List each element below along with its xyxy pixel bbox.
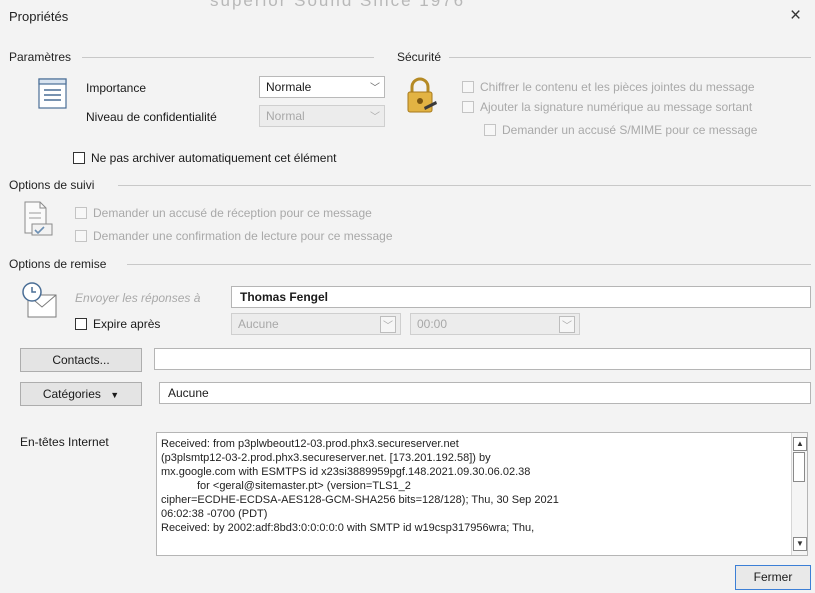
- encrypt-label: Chiffrer le contenu et les pièces jointe…: [480, 80, 755, 94]
- chevron-down-icon: ﹀: [370, 83, 380, 94]
- smime-label: Demander un accusé S/MIME pour ce messag…: [502, 123, 758, 137]
- categories-button[interactable]: Catégories ▼: [20, 382, 142, 406]
- categories-label: Catégories: [42, 387, 101, 401]
- encrypt-checkbox[interactable]: [462, 81, 474, 93]
- section-parametres: Paramètres: [9, 50, 72, 64]
- header-line: mx.google.com with ESMTPS id x23si388995…: [161, 466, 531, 478]
- expires-date-select[interactable]: Aucune ﹀: [231, 313, 401, 335]
- close-icon[interactable]: ×: [790, 5, 801, 27]
- expires-date-value: Aucune: [238, 317, 279, 331]
- confidentiality-select[interactable]: Normal ﹀: [259, 105, 385, 127]
- importance-select[interactable]: Normale ﹀: [259, 76, 385, 98]
- header-line: 06:02:38 -0700 (PDT): [161, 508, 268, 520]
- section-remise: Options de remise: [9, 257, 107, 271]
- receipt-label: Demander un accusé de réception pour ce …: [93, 206, 372, 220]
- section-securite: Sécurité: [397, 50, 442, 64]
- no-archive-checkbox[interactable]: [73, 152, 85, 164]
- scroll-thumb[interactable]: [793, 452, 805, 482]
- delivery-clock-icon: [22, 282, 57, 318]
- dialog-title: Propriétés: [9, 9, 69, 24]
- chevron-down-icon: ﹀: [380, 316, 396, 333]
- sign-checkbox[interactable]: [462, 101, 474, 113]
- read-checkbox[interactable]: [75, 230, 87, 242]
- divider: [118, 185, 811, 186]
- reply-to-field[interactable]: Thomas Fengel: [231, 286, 811, 308]
- sign-label: Ajouter la signature numérique au messag…: [480, 100, 753, 114]
- importance-label: Importance: [86, 81, 147, 95]
- headers-textbox[interactable]: Received: from p3plwbeout12-03.prod.phx3…: [156, 432, 808, 556]
- divider: [127, 264, 811, 265]
- categories-field[interactable]: Aucune: [159, 382, 811, 404]
- confidentiality-label: Niveau de confidentialité: [86, 110, 217, 124]
- smime-checkbox[interactable]: [484, 124, 496, 136]
- divider: [449, 57, 811, 58]
- importance-value: Normale: [266, 80, 312, 94]
- contacts-button[interactable]: Contacts...: [20, 348, 142, 372]
- header-line: Received: from p3plwbeout12-03.prod.phx3…: [161, 438, 459, 450]
- header-line: for <geral@sitemaster.pt> (version=TLS1_…: [197, 480, 411, 492]
- confidentiality-value: Normal: [266, 109, 305, 123]
- section-suivi: Options de suivi: [9, 178, 95, 192]
- contacts-field[interactable]: [154, 348, 811, 370]
- document-properties-icon: [38, 78, 67, 109]
- security-lock-icon: [407, 77, 437, 113]
- scroll-down-icon[interactable]: ▼: [793, 537, 807, 551]
- tracking-receipt-icon: [24, 201, 53, 236]
- header-line: (p3plsmtp12-03-2.prod.phx3.secureserver.…: [161, 452, 491, 464]
- close-button[interactable]: Fermer: [735, 565, 811, 590]
- expires-checkbox[interactable]: [75, 318, 87, 330]
- reply-to-label: Envoyer les réponses à: [75, 291, 201, 305]
- expires-label: Expire après: [93, 317, 161, 331]
- scroll-up-icon[interactable]: ▲: [793, 437, 807, 451]
- caret-down-icon: ▼: [110, 390, 120, 400]
- chevron-down-icon: ﹀: [370, 112, 380, 123]
- headers-label: En-têtes Internet: [20, 435, 109, 449]
- headers-scrollbar[interactable]: ▲ ▼: [791, 433, 807, 555]
- header-line: cipher=ECDHE-ECDSA-AES128-GCM-SHA256 bit…: [161, 494, 559, 506]
- background-text: superior Sound Since 1976: [210, 0, 466, 10]
- header-line: Received: by 2002:adf:8bd3:0:0:0:0:0 wit…: [161, 522, 535, 534]
- divider: [82, 57, 374, 58]
- expires-time-value: 00:00: [417, 317, 448, 331]
- no-archive-label: Ne pas archiver automatiquement cet élém…: [91, 151, 337, 165]
- receipt-checkbox[interactable]: [75, 207, 87, 219]
- expires-time-select[interactable]: 00:00 ﹀: [410, 313, 580, 335]
- read-label: Demander une confirmation de lecture pou…: [93, 229, 393, 243]
- chevron-down-icon: ﹀: [559, 316, 575, 333]
